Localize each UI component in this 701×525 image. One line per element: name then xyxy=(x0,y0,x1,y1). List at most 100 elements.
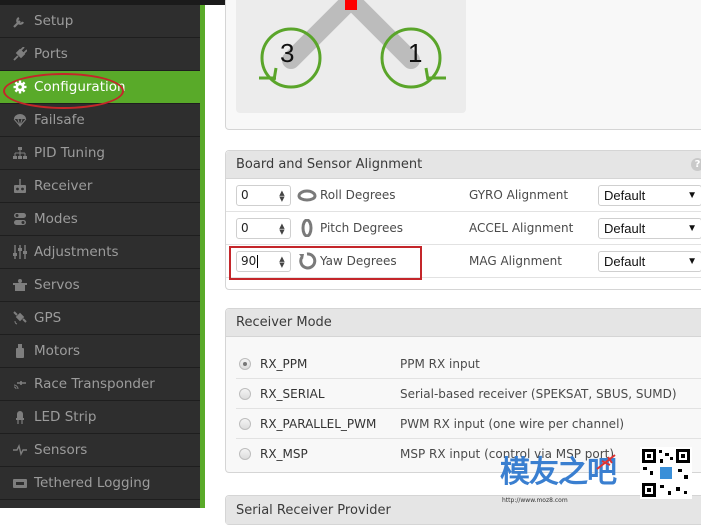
motor-icon xyxy=(12,343,28,359)
logging-icon xyxy=(12,475,28,491)
rx-option-name: RX_PARALLEL_PWM xyxy=(260,416,377,431)
sidebar-item-label: PID Tuning xyxy=(34,145,105,161)
yaw-icon xyxy=(297,252,317,270)
sidebar-item-failsafe[interactable]: Failsafe xyxy=(0,104,202,137)
sidebar-item-tethered-logging[interactable]: Tethered Logging xyxy=(0,467,202,500)
text-cursor xyxy=(257,254,259,268)
sidebar-item-led-strip[interactable]: LED Strip xyxy=(0,401,202,434)
gear-icon xyxy=(12,79,28,95)
pitch-degrees-input[interactable]: 0 ▲ ▼ xyxy=(236,217,291,239)
dropdown-arrow-icon: ▼ xyxy=(687,222,697,234)
mixer-panel: 3 1 xyxy=(225,0,701,130)
help-icon[interactable]: ? xyxy=(691,158,701,171)
sidebar-item-label: Modes xyxy=(34,211,78,227)
sidebar-item-servos[interactable]: Servos xyxy=(0,269,202,302)
roll-icon xyxy=(297,186,317,204)
sidebar-item-modes[interactable]: Modes xyxy=(0,203,202,236)
stepper-arrows[interactable]: ▲ ▼ xyxy=(277,189,287,203)
sidebar-item-setup[interactable]: Setup xyxy=(0,5,202,38)
accel-alignment-label: ACCEL Alignment xyxy=(469,221,574,235)
sidebar-item-gps[interactable]: GPS xyxy=(0,302,202,335)
panel-title: Receiver Mode xyxy=(236,315,332,330)
rx-option-desc: Serial-based receiver (SPEKSAT, SBUS, SU… xyxy=(400,386,677,401)
sidebar-item-label: Failsafe xyxy=(34,112,85,128)
panel-header: Serial Receiver Provider xyxy=(226,496,701,524)
radio-button[interactable] xyxy=(239,387,251,400)
transponder-icon xyxy=(12,376,28,392)
fc-direction-marker xyxy=(345,0,357,10)
servo-icon xyxy=(12,277,28,293)
alignment-row-yaw: 90 ▲ ▼ Yaw Degrees MAG Alignment Default ▼ xyxy=(226,245,701,278)
sidebar-item-label: Receiver xyxy=(34,178,93,194)
gyro-alignment-label: GYRO Alignment xyxy=(469,188,569,202)
sidebar-item-label: Configuration xyxy=(34,79,126,95)
sidebar-item-race-transponder[interactable]: Race Transponder xyxy=(0,368,202,401)
sidebar-item-receiver[interactable]: Receiver xyxy=(0,170,202,203)
panel-title: Board and Sensor Alignment xyxy=(236,157,423,172)
rx-option-name: RX_SERIAL xyxy=(260,386,325,401)
yaw-label: Yaw Degrees xyxy=(320,254,397,268)
panel-header: Board and Sensor Alignment ? xyxy=(226,151,701,179)
sidebar-item-label: Tethered Logging xyxy=(34,475,151,491)
sidebar-item-configuration[interactable]: Configuration xyxy=(0,71,202,104)
rx-option-desc: PPM RX input xyxy=(400,356,480,371)
plug-icon xyxy=(12,46,28,62)
rx-option-serial[interactable]: RX_SERIAL Serial-based receiver (SPEKSAT… xyxy=(236,379,701,409)
dropdown-arrow-icon: ▼ xyxy=(687,255,697,267)
sidebar-item-motors[interactable]: Motors xyxy=(0,335,202,368)
wrench-icon xyxy=(12,13,28,29)
sitemap-icon xyxy=(12,145,28,161)
panel-header: Receiver Mode xyxy=(226,309,701,337)
accel-alignment-select[interactable]: Default ▼ xyxy=(598,217,701,239)
rx-option-name: RX_PPM xyxy=(260,356,308,371)
quad-x-diagram xyxy=(259,0,446,89)
remote-control-icon xyxy=(12,178,28,194)
rx-option-ppm[interactable]: RX_PPM PPM RX input xyxy=(236,349,701,379)
sidebar-item-pid-tuning[interactable]: PID Tuning xyxy=(0,137,202,170)
mag-alignment-select[interactable]: Default ▼ xyxy=(598,250,701,272)
receiver-mode-panel: Receiver Mode RX_PPM PPM RX input RX_SER… xyxy=(225,308,701,473)
dropdown-arrow-icon: ▼ xyxy=(687,189,697,201)
radio-button[interactable] xyxy=(239,417,251,430)
sidebar-item-label: Servos xyxy=(34,277,80,293)
parachute-icon xyxy=(12,112,28,128)
rx-option-msp[interactable]: RX_MSP MSP RX input (control via MSP por… xyxy=(236,439,701,469)
stepper-arrows[interactable]: ▲ ▼ xyxy=(277,255,287,269)
roll-degrees-input[interactable]: 0 ▲ ▼ xyxy=(236,184,291,206)
roll-label: Roll Degrees xyxy=(320,188,396,202)
pulse-icon xyxy=(12,442,28,458)
panel-title: Serial Receiver Provider xyxy=(236,502,391,518)
sliders-icon xyxy=(12,244,28,260)
sidebar-item-ports[interactable]: Ports xyxy=(0,38,202,71)
alignment-row-pitch: 0 ▲ ▼ Pitch Degrees ACCEL Alignment Defau… xyxy=(226,212,701,245)
rx-option-name: RX_MSP xyxy=(260,447,308,461)
gyro-alignment-select[interactable]: Default ▼ xyxy=(598,184,701,206)
yaw-degrees-input[interactable]: 90 ▲ ▼ xyxy=(236,250,291,272)
pitch-label: Pitch Degrees xyxy=(320,221,403,235)
sidebar-item-label: GPS xyxy=(34,310,62,326)
sidebar-item-sensors[interactable]: Sensors xyxy=(0,434,202,467)
sidebar: Setup Ports Configuration Failsafe PID T… xyxy=(0,5,202,508)
pitch-icon xyxy=(297,218,317,238)
radio-button[interactable] xyxy=(239,448,251,460)
sidebar-item-label: Sensors xyxy=(34,442,88,458)
rx-option-desc: MSP RX input (control via MSP port) xyxy=(400,447,615,461)
satellite-icon xyxy=(12,310,28,326)
sidebar-item-label: Setup xyxy=(34,13,74,29)
sidebar-item-label: Adjustments xyxy=(34,244,119,260)
stepper-arrows[interactable]: ▲ ▼ xyxy=(277,222,287,236)
radio-button[interactable] xyxy=(239,357,251,370)
toggles-icon xyxy=(12,211,28,227)
mag-alignment-label: MAG Alignment xyxy=(469,254,562,268)
rx-option-desc: PWM RX input (one wire per channel) xyxy=(400,416,625,431)
sidebar-item-label: Ports xyxy=(34,46,68,62)
rx-option-parallel-pwm[interactable]: RX_PARALLEL_PWM PWM RX input (one wire p… xyxy=(236,409,701,439)
motor-number-right: 1 xyxy=(408,38,423,68)
sidebar-item-adjustments[interactable]: Adjustments xyxy=(0,236,202,269)
sidebar-item-label: Race Transponder xyxy=(34,376,155,392)
motor-number-left: 3 xyxy=(280,38,295,68)
sidebar-item-label: Motors xyxy=(34,343,81,359)
configuration-content: 3 1 Board and Sensor Alignment ? 0 ▲ ▼ Ro… xyxy=(205,0,701,525)
alignment-row-roll: 0 ▲ ▼ Roll Degrees GYRO Alignment Default… xyxy=(226,179,701,212)
mixer-preview: 3 1 xyxy=(236,0,466,113)
